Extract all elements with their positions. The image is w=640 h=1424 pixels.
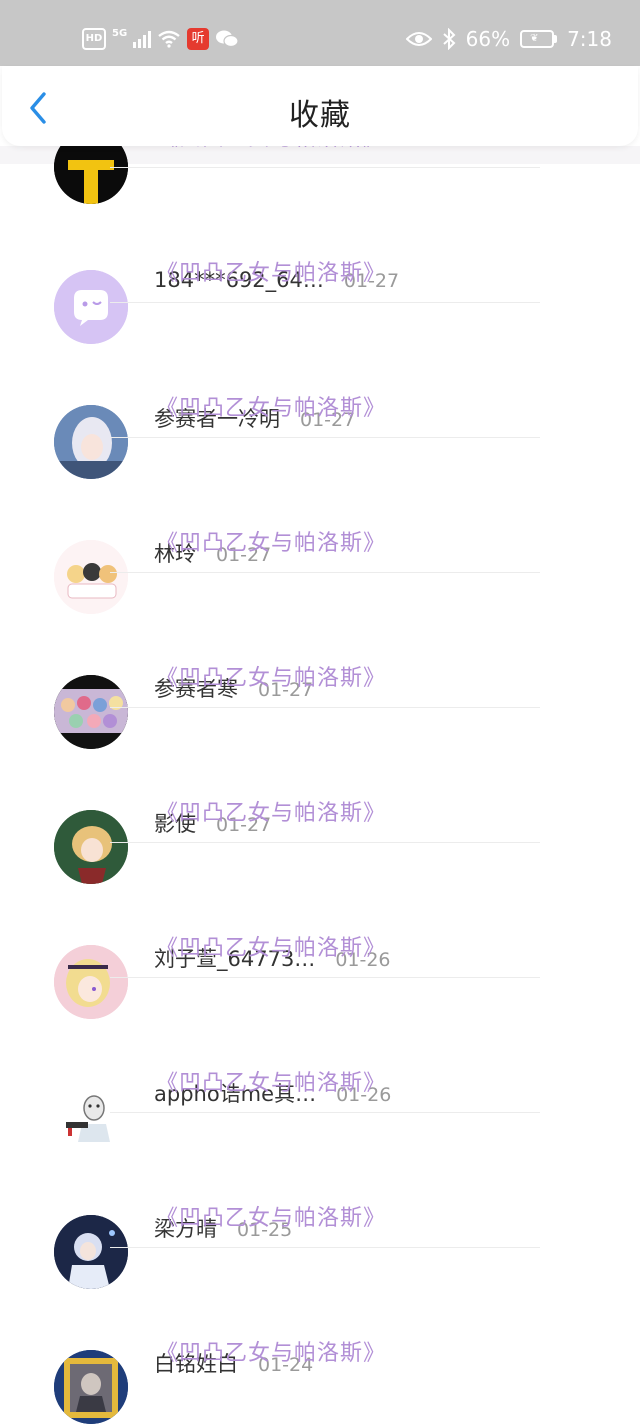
framed-portrait-avatar-image [54,1350,128,1424]
list-item[interactable]: 参赛者寒 01-27 《凹凸乙女与帕洛斯》 [0,480,640,749]
list-item[interactable]: appho诰me其… 01-26 《凹凸乙女与帕洛斯》 [0,885,640,1154]
list-item[interactable]: 林玲 01-27 《凹凸乙女与帕洛斯》 [0,345,640,614]
work-title-link[interactable]: 《凹凸乙女与帕洛斯》 [156,1335,386,1367]
favorites-list: 《凹凸乙女与帕洛斯》 184***692_64… 01-27 《凹凸乙女与帕洛斯… [0,0,640,1424]
list-item[interactable]: 刘子萱_64773… 01-26 《凹凸乙女与帕洛斯》 [0,750,640,1019]
list-item[interactable]: 《凹凸乙女与帕洛斯》 [0,0,640,204]
avatar [54,1350,128,1424]
list-item[interactable]: 梁方晴 01-25 《凹凸乙女与帕洛斯》 [0,1020,640,1289]
title-bar: 收藏 [2,66,638,146]
list-item[interactable]: 白铭姓白 01-24 《凹凸乙女与帕洛斯》 [0,1155,640,1424]
list-item[interactable]: 参赛者一冷明 01-27 《凹凸乙女与帕洛斯》 [0,210,640,479]
list-item[interactable]: 影使 01-27 《凹凸乙女与帕洛斯》 [0,615,640,884]
page-title: 收藏 [289,98,351,133]
